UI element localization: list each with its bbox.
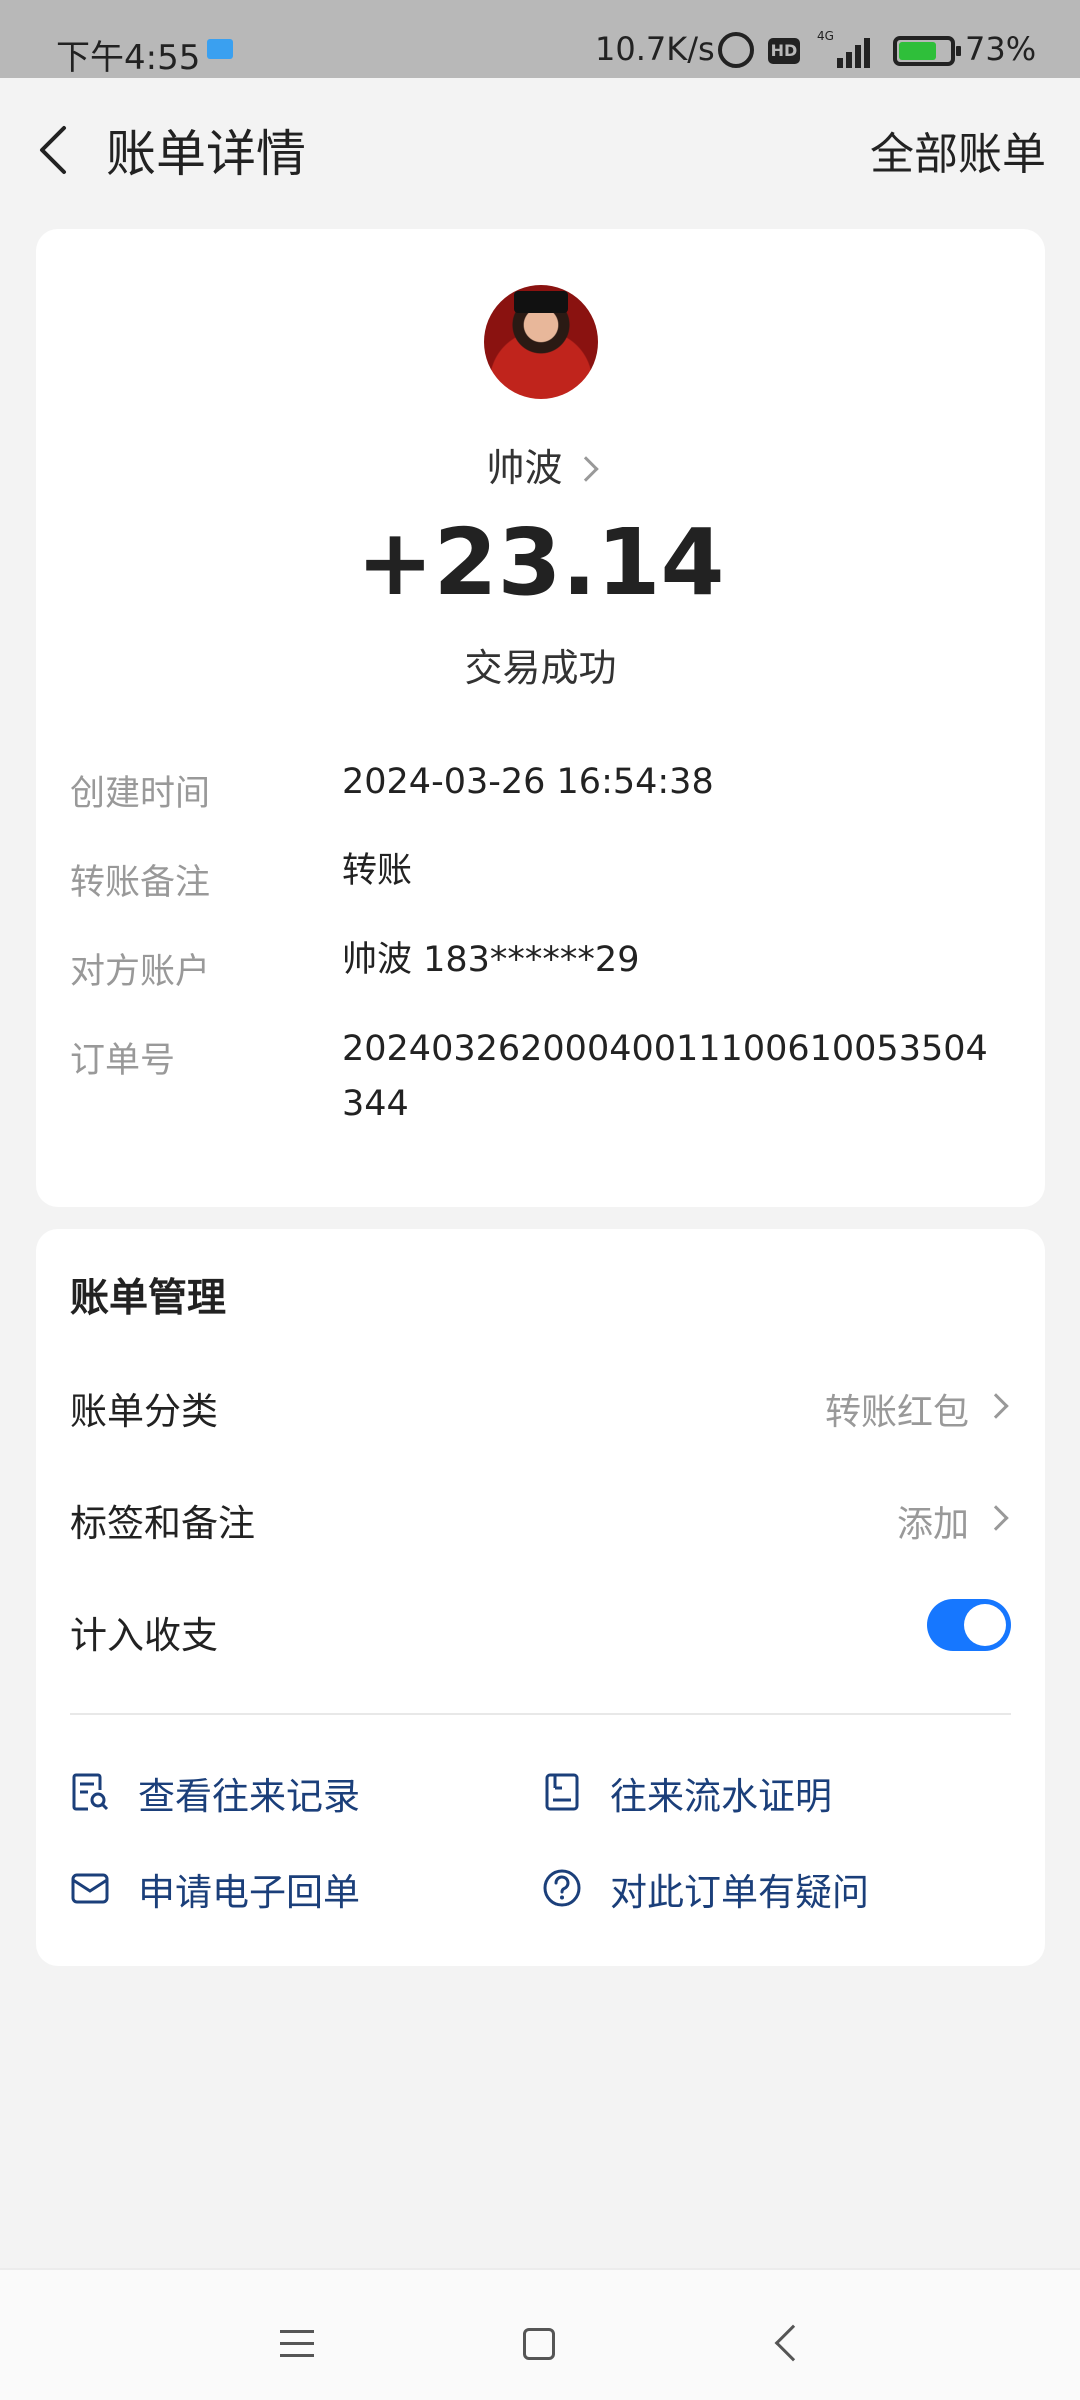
mail-icon <box>71 1873 109 1904</box>
include-in-stats-toggle[interactable] <box>927 1599 1011 1651</box>
all-bills-link[interactable]: 全部账单 <box>870 118 1046 182</box>
bill-management-card: 账单管理 账单分类 转账红包 标签和备注 添加 计入收支 查看往来记录 往来流水… <box>36 1229 1045 1966</box>
system-nav-bar <box>0 2268 1080 2400</box>
transaction-status: 交易成功 <box>464 646 617 690</box>
statement-proof-button[interactable]: 往来流水证明 <box>542 1766 1012 1826</box>
question-icon <box>543 1869 581 1907</box>
page-title: 账单详情 <box>106 125 306 183</box>
signal-icon: 4G <box>817 29 870 68</box>
alarm-icon <box>718 32 754 68</box>
detail-label: 对方账户 <box>70 952 211 992</box>
notification-app-icon <box>207 39 233 59</box>
battery-fill <box>899 42 936 60</box>
status-time: 下午4:55 <box>56 38 201 78</box>
transaction-card: 帅波 +23.14 交易成功 创建时间 2024-03-26 16:54:38 … <box>36 229 1045 1207</box>
battery-icon <box>893 36 961 66</box>
bill-category-row[interactable]: 账单分类 转账红包 <box>70 1381 1011 1441</box>
order-question-button[interactable]: 对此订单有疑问 <box>542 1862 1012 1922</box>
detail-value: 2024-03-26 16:54:38 <box>342 762 714 802</box>
battery-percent: 73% <box>965 30 1037 68</box>
chevron-right-icon <box>983 1393 1009 1419</box>
tags-notes-row[interactable]: 标签和备注 添加 <box>70 1493 1011 1553</box>
include-in-stats-label: 计入收支 <box>70 1614 218 1657</box>
payee-avatar[interactable] <box>484 285 598 399</box>
action-label: 对此订单有疑问 <box>610 1871 869 1914</box>
tags-notes-label: 标签和备注 <box>70 1502 255 1545</box>
divider <box>70 1713 1011 1715</box>
menu-icon[interactable] <box>280 2330 314 2358</box>
e-receipt-button[interactable]: 申请电子回单 <box>70 1862 490 1922</box>
transaction-amount: +23.14 <box>356 509 725 616</box>
detail-label: 转账备注 <box>70 863 211 903</box>
action-label: 往来流水证明 <box>610 1775 832 1818</box>
include-in-stats-row: 计入收支 <box>70 1599 1011 1665</box>
app-header: 账单详情 全部账单 <box>0 78 1080 213</box>
action-label: 查看往来记录 <box>138 1775 360 1818</box>
home-icon[interactable] <box>523 2328 555 2360</box>
section-title: 账单管理 <box>70 1276 227 1321</box>
detail-value: 转账 <box>342 851 413 891</box>
network-speed: 10.7K/s <box>595 30 715 68</box>
payee-name: 帅波 <box>486 446 563 490</box>
record-search-icon <box>72 1773 109 1811</box>
nav-back-icon[interactable] <box>774 2324 812 2362</box>
tags-notes-value: 添加 <box>896 1504 969 1545</box>
bill-category-value: 转账红包 <box>824 1392 969 1433</box>
action-label: 申请电子回单 <box>138 1871 360 1914</box>
detail-label: 创建时间 <box>70 774 211 814</box>
payee-row[interactable]: 帅波 <box>36 437 1045 492</box>
chevron-right-icon <box>983 1505 1009 1531</box>
hd-badge: HD <box>768 38 800 64</box>
order-number: 20240326200040011100610053504344 <box>342 1029 988 1124</box>
back-arrow-icon[interactable] <box>32 122 76 178</box>
toggle-knob <box>964 1604 1006 1646</box>
network-type: 4G <box>817 29 834 43</box>
battery-nub <box>956 46 961 56</box>
detail-value: 帅波 183******29 <box>342 940 640 980</box>
view-records-button[interactable]: 查看往来记录 <box>70 1766 490 1826</box>
statement-icon <box>545 1773 579 1811</box>
chevron-right-icon <box>572 456 599 482</box>
bill-category-label: 账单分类 <box>70 1390 218 1433</box>
detail-label: 订单号 <box>70 1041 176 1081</box>
status-bar: 下午4:55 10.7K/s HD 4G 73% <box>0 0 1080 78</box>
